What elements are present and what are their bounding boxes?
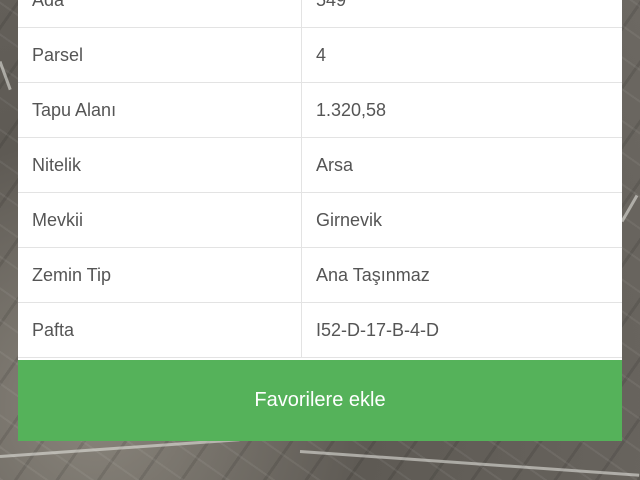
- row-label: Mevkii: [18, 193, 302, 247]
- table-row: Nitelik Arsa: [18, 138, 622, 193]
- row-value: I52-D-17-B-4-D: [316, 319, 440, 340]
- row-label: Nitelik: [18, 138, 302, 192]
- map-road: [620, 194, 639, 223]
- map-road: [0, 438, 240, 458]
- table-row: Parsel 4: [18, 28, 622, 83]
- row-label: Tapu Alanı: [18, 83, 302, 137]
- row-label: Ada: [18, 0, 302, 27]
- add-to-favorites-button[interactable]: Favorilere ekle: [18, 360, 622, 441]
- row-label: Pafta: [18, 303, 302, 357]
- row-value: 4: [316, 44, 327, 65]
- table-row: Zemin Tip Ana Taşınmaz: [18, 248, 622, 303]
- row-value: Arsa: [316, 154, 354, 175]
- property-details-card: Ada 549 Parsel 4 Tapu Alanı 1.320,58 Nit…: [18, 0, 622, 360]
- table-row: Ada 549: [18, 0, 622, 28]
- row-value: 1.320,58: [316, 99, 387, 120]
- row-label: Zemin Tip: [18, 248, 302, 302]
- map-road: [299, 450, 640, 477]
- row-value: 549: [302, 0, 622, 27]
- row-label: Parsel: [18, 28, 302, 82]
- table-row: Tapu Alanı 1.320,58: [18, 83, 622, 138]
- map-road: [0, 60, 12, 91]
- table-row: Pafta I52-D-17-B-4-D: [18, 303, 622, 358]
- row-value: Girnevik: [316, 209, 383, 230]
- row-value: Ana Taşınmaz: [316, 264, 430, 285]
- property-details-table: Ada 549 Parsel 4 Tapu Alanı 1.320,58 Nit…: [18, 0, 622, 358]
- table-row: Mevkii Girnevik: [18, 193, 622, 248]
